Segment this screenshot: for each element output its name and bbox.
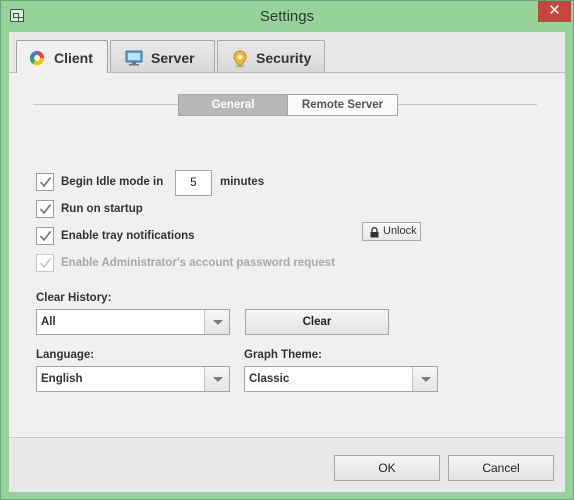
clear-history-label: Clear History: (36, 292, 112, 304)
chevron-down-icon[interactable] (204, 367, 229, 391)
admin-password-checkbox (36, 254, 54, 272)
tray-notifications-label: Enable tray notifications (61, 230, 195, 242)
client-icon (29, 50, 45, 66)
chevron-down-icon[interactable] (204, 310, 229, 334)
cancel-button[interactable]: Cancel (448, 455, 554, 481)
checkmark-icon (39, 177, 52, 188)
client-tab-panel: General Remote Server Begin Idle mode in… (9, 72, 565, 438)
unlock-button[interactable]: Unlock (362, 222, 421, 241)
clear-history-value: All (41, 316, 56, 328)
tab-client[interactable]: Client (16, 40, 108, 73)
tab-security[interactable]: Security (217, 40, 325, 72)
tab-client-label: Client (54, 50, 93, 66)
chevron-down-icon[interactable] (412, 367, 437, 391)
language-select[interactable]: English (36, 366, 230, 392)
language-value: English (41, 373, 83, 385)
tab-security-label: Security (256, 50, 312, 66)
lock-icon (370, 227, 379, 238)
run-on-startup-label: Run on startup (61, 203, 143, 215)
checkmark-icon (39, 231, 52, 242)
unlock-label: Unlock (383, 225, 417, 237)
monitor-icon (125, 50, 143, 66)
language-label: Language: (36, 349, 95, 361)
subtab-general[interactable]: General (178, 94, 288, 116)
idle-mode-checkbox[interactable] (36, 173, 54, 191)
tab-server-label: Server (151, 50, 195, 66)
close-button[interactable]: ✕ (538, 1, 571, 22)
clear-history-select[interactable]: All (36, 309, 230, 335)
checkmark-icon (39, 258, 52, 269)
subtab-remote-server[interactable]: Remote Server (287, 94, 398, 116)
settings-window: Settings ✕ Client Server Security Genera… (0, 0, 574, 500)
checkmark-icon (39, 204, 52, 215)
dialog-body: Client Server Security General Remote Se… (8, 31, 566, 493)
tab-server[interactable]: Server (110, 40, 215, 72)
admin-password-label: Enable Administrator's account password … (61, 257, 335, 269)
minutes-label: minutes (220, 176, 265, 188)
tray-notifications-checkbox[interactable] (36, 227, 54, 245)
graph-theme-select[interactable]: Classic (244, 366, 438, 392)
window-title: Settings (259, 8, 315, 25)
graph-theme-value: Classic (249, 373, 290, 385)
ok-button[interactable]: OK (334, 455, 440, 481)
idle-mode-label: Begin Idle mode in (61, 176, 164, 188)
run-on-startup-checkbox[interactable] (36, 200, 54, 218)
idle-minutes-input[interactable]: 5 (175, 170, 212, 196)
graph-theme-label: Graph Theme: (244, 349, 322, 361)
location-pin-icon (232, 50, 248, 68)
clear-button[interactable]: Clear (245, 309, 389, 335)
title-bar[interactable]: Settings ✕ (1, 1, 573, 31)
